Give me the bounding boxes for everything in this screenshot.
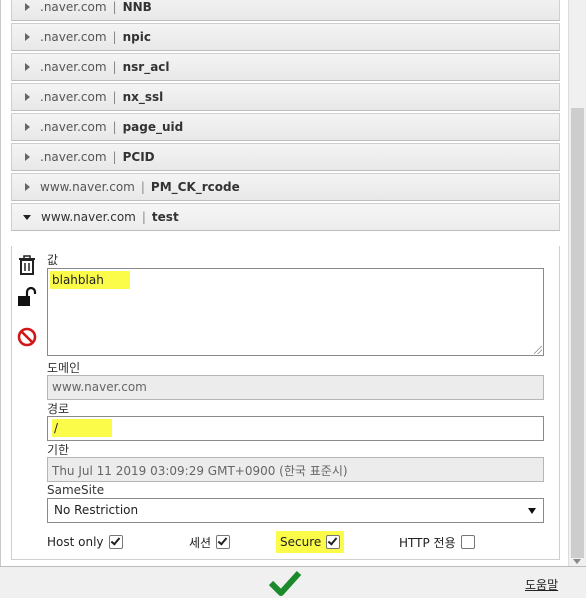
separator: |	[141, 210, 146, 224]
expand-arrow-icon[interactable]	[25, 63, 30, 71]
expiry-label: 기한	[47, 443, 70, 457]
cookie-domain: .naver.com	[40, 150, 107, 164]
cookie-domain: .naver.com	[40, 120, 107, 134]
separator: |	[140, 180, 145, 194]
footer-bar: 도움말	[0, 566, 586, 598]
samesite-select[interactable]: No Restriction	[47, 498, 544, 523]
scrollbar-thumb[interactable]	[571, 108, 584, 558]
cookie-domain: www.naver.com	[41, 210, 136, 224]
http-only-checkbox[interactable]	[460, 535, 475, 549]
separator: |	[112, 30, 117, 44]
secure-label: Secure	[280, 535, 322, 549]
collapse-arrow-icon[interactable]	[23, 214, 31, 220]
host-only-option[interactable]: Host only	[47, 531, 123, 553]
cookie-flags: Host only 세션 Secure HTTP 전용	[47, 531, 547, 555]
cookie-row-nsr-acl[interactable]: .naver.com | nsr_acl	[11, 53, 560, 81]
cookie-domain: www.naver.com	[40, 180, 135, 194]
expand-arrow-icon[interactable]	[25, 33, 30, 41]
cookie-detail-editor: 값 blahblah 도메인 www.naver.com 경로 / 기한 Thu…	[11, 246, 560, 560]
separator: |	[112, 90, 117, 104]
cookie-domain: .naver.com	[40, 0, 107, 14]
cookie-name: PCID	[122, 150, 155, 164]
secure-option[interactable]: Secure	[276, 531, 345, 553]
cookie-row-npic[interactable]: .naver.com | npic	[11, 23, 560, 51]
resize-grip[interactable]	[534, 346, 542, 354]
path-field[interactable]: /	[47, 416, 544, 441]
separator: |	[112, 60, 117, 74]
http-only-option[interactable]: HTTP 전용	[399, 531, 475, 553]
value-textarea[interactable]: blahblah	[47, 268, 544, 356]
expand-arrow-icon[interactable]	[25, 3, 30, 11]
secure-checkbox[interactable]	[326, 535, 341, 549]
session-option[interactable]: 세션	[189, 531, 231, 553]
domain-field: www.naver.com	[47, 375, 544, 400]
block-icon[interactable]	[16, 326, 38, 348]
vertical-scrollbar[interactable]	[568, 0, 586, 566]
unlock-icon[interactable]	[16, 286, 38, 308]
cookie-row-test[interactable]: www.naver.com | test	[11, 203, 560, 231]
expiry-field: Thu Jul 11 2019 03:09:29 GMT+0900 (한국 표준…	[47, 457, 544, 482]
cookie-list-panel: .naver.com | NNB .naver.com | npic .nave…	[0, 0, 570, 566]
help-link[interactable]: 도움말	[525, 576, 558, 593]
samesite-value: No Restriction	[54, 503, 139, 517]
cookie-domain: .naver.com	[40, 30, 107, 44]
dropdown-arrow-icon	[528, 508, 536, 514]
separator: |	[112, 0, 117, 14]
value-text: blahblah	[50, 271, 130, 289]
expand-arrow-icon[interactable]	[25, 93, 30, 101]
cookie-row-pcid[interactable]: .naver.com | PCID	[11, 143, 560, 171]
checkmark-icon[interactable]	[268, 570, 302, 596]
http-only-label: HTTP 전용	[399, 535, 456, 550]
cookie-row-page-uid[interactable]: .naver.com | page_uid	[11, 113, 560, 141]
scroll-down-icon[interactable]	[573, 559, 581, 564]
cookie-name: test	[151, 210, 179, 224]
cookie-name: page_uid	[122, 120, 184, 134]
cookie-domain: .naver.com	[40, 90, 107, 104]
path-text: /	[52, 419, 113, 437]
value-label: 값	[47, 253, 59, 267]
session-checkbox[interactable]	[216, 535, 231, 549]
cookie-name: npic	[122, 30, 151, 44]
separator: |	[112, 150, 117, 164]
samesite-label: SameSite	[47, 483, 105, 497]
expand-arrow-icon[interactable]	[25, 123, 30, 131]
cookie-rows: .naver.com | NNB .naver.com | npic .nave…	[11, 0, 560, 233]
cookie-row-nnb[interactable]: .naver.com | NNB	[11, 0, 560, 21]
cookie-name: nsr_acl	[122, 60, 170, 74]
cookie-row-pm-ck-rcode[interactable]: www.naver.com | PM_CK_rcode	[11, 173, 560, 201]
trash-icon[interactable]	[16, 254, 38, 276]
domain-label: 도메인	[47, 361, 81, 375]
session-label: 세션	[189, 535, 212, 550]
cookie-name: PM_CK_rcode	[150, 180, 240, 194]
cookie-domain: .naver.com	[40, 60, 107, 74]
host-only-label: Host only	[47, 535, 104, 549]
action-icons	[16, 254, 40, 358]
separator: |	[112, 120, 117, 134]
path-label: 경로	[47, 402, 70, 416]
cookie-row-nx-ssl[interactable]: .naver.com | nx_ssl	[11, 83, 560, 111]
expand-arrow-icon[interactable]	[25, 153, 30, 161]
host-only-checkbox[interactable]	[108, 535, 123, 549]
expand-arrow-icon[interactable]	[25, 183, 30, 191]
cookie-name: nx_ssl	[122, 90, 164, 104]
cookie-name: NNB	[122, 0, 152, 14]
